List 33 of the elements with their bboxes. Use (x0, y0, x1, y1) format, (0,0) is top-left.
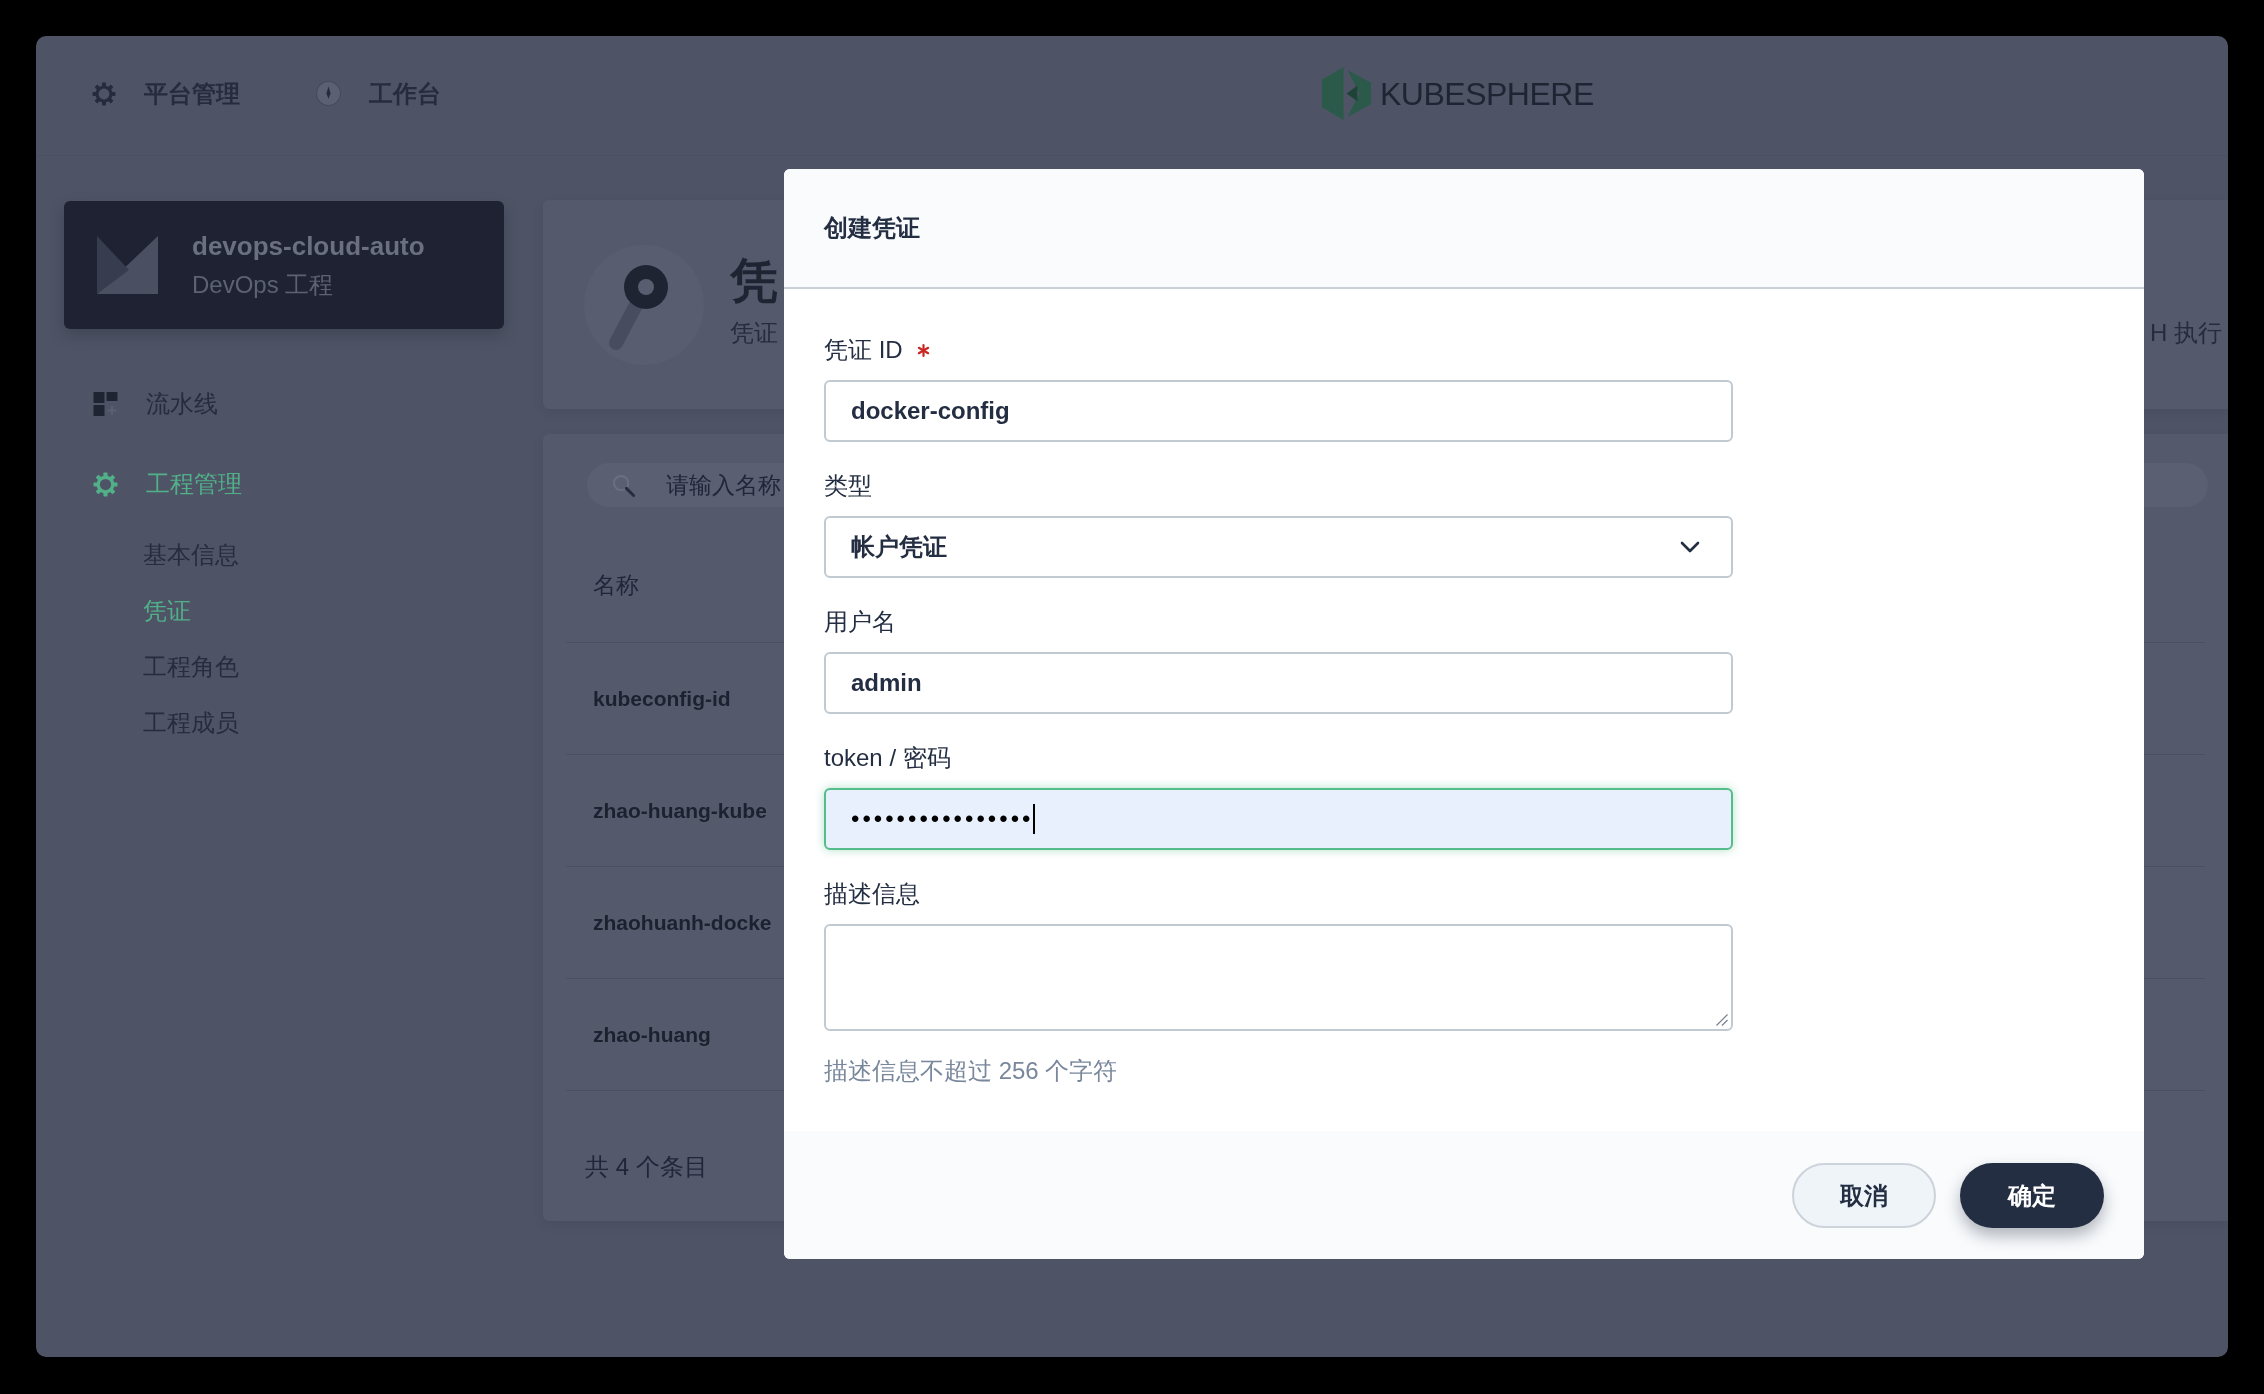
field-label: 用户名 (824, 607, 896, 637)
project-type: DevOps 工程 (192, 270, 334, 300)
resize-handle-icon[interactable] (1716, 1014, 1728, 1026)
text-field[interactable]: docker-config (824, 380, 1733, 442)
table-cell-text: kubeconfig-id (593, 685, 731, 712)
project-name: devops-cloud-auto (192, 230, 425, 262)
field-label: token / 密码 (824, 743, 951, 773)
table-cell-text: zhao-huang-kube (593, 797, 767, 824)
logo-icon (1321, 66, 1372, 121)
table-cell-text: zhao-huang (593, 1021, 711, 1048)
field-hint: 描述信息不超过 256 个字符 (824, 1056, 1118, 1086)
type-select[interactable]: 帐户凭证 (824, 516, 1733, 578)
field-label: 类型 (824, 471, 872, 501)
field-label: 凭证 ID (824, 335, 903, 365)
chevron-down-icon (1680, 541, 1700, 553)
confirm-button[interactable]: 确定 (1960, 1163, 2104, 1228)
dialog-title: 创建凭证 (824, 213, 920, 243)
text-field[interactable]: admin (824, 652, 1733, 714)
sidebar-item[interactable]: 工程管理 (64, 456, 504, 512)
project-icon (97, 236, 158, 294)
search-icon (612, 473, 635, 497)
grid-icon (93, 392, 118, 416)
cancel-button[interactable]: 取消 (1792, 1163, 1936, 1228)
password-field[interactable]: •••••••••••••••• (824, 788, 1733, 850)
field-label: 描述信息 (824, 879, 920, 909)
compass-icon (316, 81, 341, 106)
table-cell-text: zhaohuanh-docke (593, 909, 772, 936)
settings-icon (92, 81, 116, 106)
banner-title: 凭 (730, 253, 778, 309)
text-cursor (1033, 804, 1036, 834)
description-field[interactable] (824, 924, 1733, 1031)
sidebar-subitem[interactable]: 凭证 (64, 583, 504, 639)
settings-icon (93, 471, 118, 497)
